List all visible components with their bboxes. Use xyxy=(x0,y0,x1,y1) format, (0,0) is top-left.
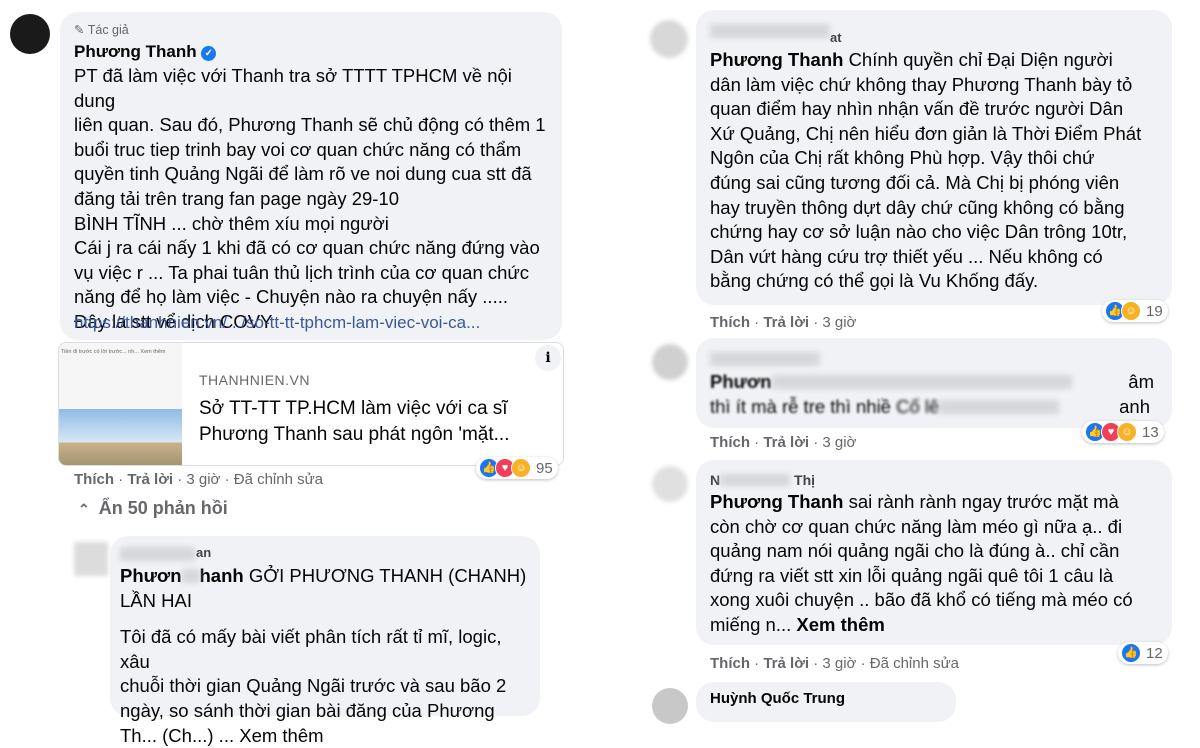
see-more-link[interactable]: Xem thêm xyxy=(796,614,884,635)
reaction-count: 13 xyxy=(1142,423,1159,441)
edited-label: Đã chỉnh sửa xyxy=(233,471,324,488)
edited-label: Đã chỉnh sửa xyxy=(869,655,960,672)
haha-reaction-icon: ☺ xyxy=(1121,301,1141,321)
link-preview-card[interactable]: Tiền đi trước có lời trước... nh... Xem … xyxy=(58,342,564,466)
reaction-count: 12 xyxy=(1146,644,1163,662)
like-button[interactable]: Thích xyxy=(74,471,114,488)
reaction-count: 95 xyxy=(536,459,553,477)
timestamp[interactable]: 3 giờ xyxy=(822,314,856,331)
commenter-header-3: N Thị xyxy=(710,472,816,488)
reply-avatar[interactable] xyxy=(74,542,108,576)
timestamp[interactable]: 3 giờ xyxy=(186,471,220,488)
preview-thumbnail: Tiền đi trước có lời trước... nh... Xem … xyxy=(59,343,182,465)
author-badge-label: Tác giả xyxy=(87,23,129,37)
preview-source: THANHNIEN.VN xyxy=(199,372,311,388)
info-icon[interactable]: i xyxy=(535,345,561,371)
reply-button[interactable]: Trả lời xyxy=(127,471,173,488)
tagged-name: Phương Thanh xyxy=(710,491,844,512)
reactions-summary-1[interactable]: 👍 ☺ 19 xyxy=(1102,300,1168,322)
haha-reaction-icon: ☺ xyxy=(1117,422,1137,442)
preview-title: Sở TT-TT TP.HCM làm việc với ca sĩ Phươn… xyxy=(199,398,510,445)
comment-actions: Thích · Trả lời · 3 giờ · Đã chỉnh sửa xyxy=(74,471,324,488)
article-link[interactable]: https://thanhnien.vn/.../so-tt-tt-tphcm-… xyxy=(74,313,480,333)
comment-actions-1: Thích · Trả lời · 3 giờ xyxy=(710,314,857,331)
commenter-name-4[interactable]: Huỳnh Quốc Trung xyxy=(710,690,845,707)
author-avatar[interactable] xyxy=(10,14,50,54)
like-button[interactable]: Thích xyxy=(710,314,750,331)
author-comment-text: PT đã làm việc với Thanh tra sở TTTT TPH… xyxy=(74,65,546,332)
commenter-name-fragment: at xyxy=(830,30,842,45)
thumbnail-sky xyxy=(59,409,182,465)
commenter-avatar-2[interactable] xyxy=(652,344,688,380)
blurred-name xyxy=(710,352,820,366)
comment-actions-3: Thích · Trả lời · 3 giờ · Đã chỉnh sửa xyxy=(710,655,960,672)
reply-button[interactable]: Trả lời xyxy=(763,655,809,672)
reactions-summary-2[interactable]: 👍 ♥ ☺ 13 xyxy=(1082,421,1164,443)
commenter-avatar-3[interactable] xyxy=(652,466,688,502)
blurred-name xyxy=(120,547,195,561)
reaction-count: 19 xyxy=(1146,302,1163,320)
author-badge: ✎ Tác giả xyxy=(74,22,129,37)
haha-reaction-icon: ☺ xyxy=(511,458,531,478)
pencil-icon: ✎ xyxy=(74,23,85,37)
author-name[interactable]: Phương Thanh ✓ xyxy=(74,42,217,62)
comment-actions-2: Thích · Trả lời · 3 giờ xyxy=(710,434,857,451)
reply-button[interactable]: Trả lời xyxy=(763,434,809,451)
commenter-avatar-4[interactable] xyxy=(652,688,688,724)
commenter-avatar-1[interactable] xyxy=(650,20,688,58)
timestamp[interactable]: 3 giờ xyxy=(822,434,856,451)
comment-text-1: Phương Thanh Chính quyền chỉ Đại Diện ng… xyxy=(710,49,1142,292)
like-button[interactable]: Thích xyxy=(710,434,750,451)
verified-icon: ✓ xyxy=(201,46,217,61)
reply-button[interactable]: Trả lời xyxy=(763,314,809,331)
timestamp[interactable]: 3 giờ xyxy=(822,655,856,672)
hide-replies-button[interactable]: ⌃ Ẩn 50 phản hồi xyxy=(78,498,228,519)
like-reaction-icon: 👍 xyxy=(1121,643,1141,663)
comment-text-2: Phươn âm thì ít mà rễ tre thì nhiề Cố lê… xyxy=(710,371,1154,417)
thumbnail-caption: Tiền đi trước có lời trước... nh... Xem … xyxy=(61,349,166,355)
column-divider xyxy=(582,0,602,700)
reactions-summary-3[interactable]: 👍 12 xyxy=(1118,642,1168,664)
tagged-name: Phương Thanh xyxy=(710,49,844,70)
comment-text-3: Phương Thanh sai rành rành ngay trước mặ… xyxy=(710,491,1133,635)
like-button[interactable]: Thích xyxy=(710,655,750,672)
reactions-summary[interactable]: 👍 ♥ ☺ 95 xyxy=(476,457,558,479)
blurred-name xyxy=(710,24,830,38)
reply-name-fragment: an xyxy=(196,545,212,560)
chevron-up-icon: ⌃ xyxy=(78,501,90,517)
reply-text: Phươn hanh GỞI PHƯƠNG THANH (CHANH) LẦN H… xyxy=(120,565,527,746)
